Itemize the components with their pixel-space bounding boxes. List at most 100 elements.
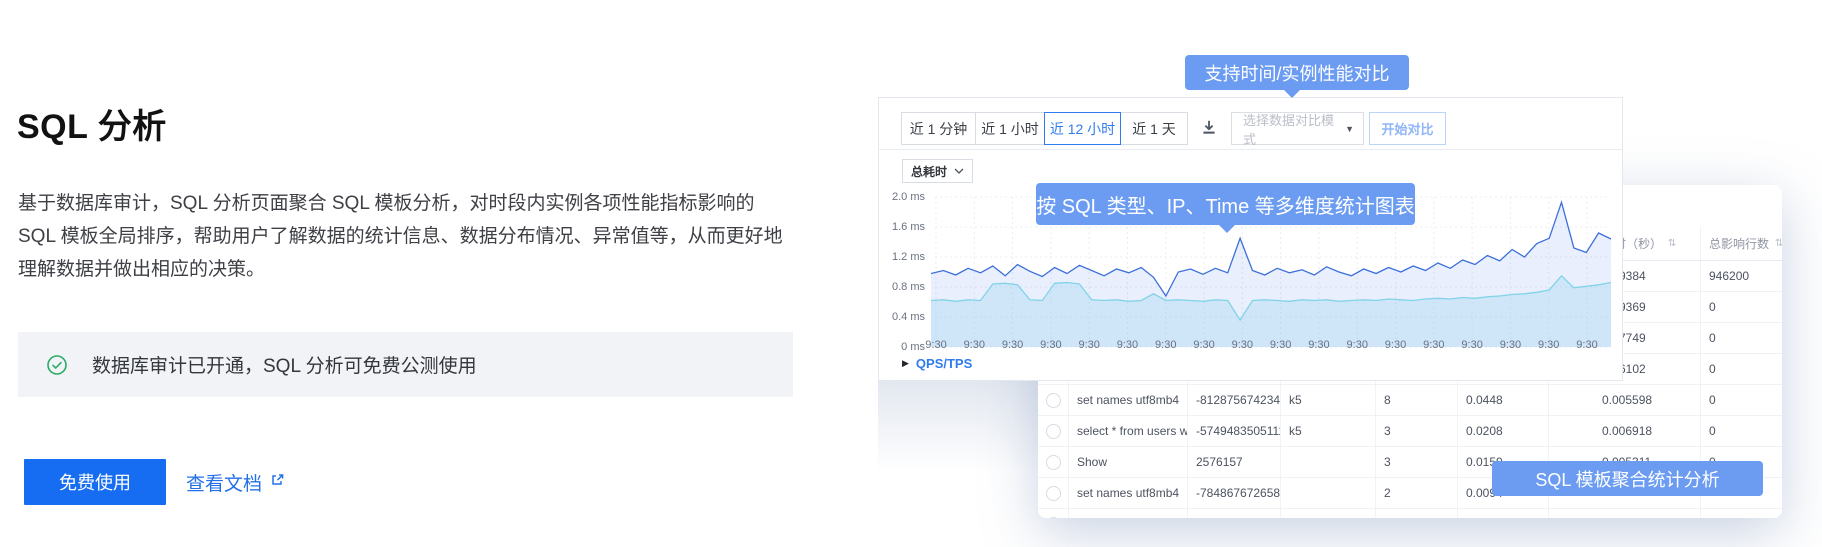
table-cell [1280, 447, 1375, 477]
table-cell: 3 [1375, 416, 1457, 446]
x-tick-label: 9:30 [1116, 339, 1139, 351]
x-tick-label: 9:30 [1461, 339, 1483, 351]
tab-last-1-minute[interactable]: 近 1 分钟 [901, 112, 976, 145]
table-cell: k5 [1280, 416, 1375, 446]
table-row[interactable]: set names utf8mb4-81287567423417...k580.… [1038, 385, 1782, 416]
page-description: 基于数据库审计，SQL 分析页面聚合 SQL 模板分析，对时段内实例各项性能指标… [18, 193, 783, 280]
table-cell: 2 [1375, 478, 1457, 508]
row-radio[interactable] [1045, 516, 1061, 518]
external-link-icon [269, 472, 285, 494]
tab-last-12-hours[interactable]: 近 12 小时 [1044, 112, 1121, 145]
tooltip-arrow [1218, 224, 1236, 233]
x-tick-label: 9:30 [1576, 339, 1598, 351]
time-range-tabs: 近 1 分钟 近 1 小时 近 12 小时 近 1 天 [901, 112, 1188, 145]
x-tick-label: 9:30 [1423, 339, 1445, 351]
table-cell: set names utf8mb4 [1068, 478, 1187, 508]
table-cell: 0 [1700, 292, 1782, 322]
sql-analysis-chart-card: 近 1 分钟 近 1 小时 近 12 小时 近 1 天 选择数据对比模式 ▼ 开… [878, 97, 1623, 381]
table-cell: select * from users where ... [1068, 416, 1187, 446]
sql-analysis-page: SQL 分析 基于数据库审计，SQL 分析页面聚合 SQL 模板分析，对时段内实… [0, 0, 1822, 547]
row-select-cell [1038, 478, 1068, 508]
table-cell: 287749057305648... [1187, 509, 1280, 518]
x-tick-label: 9:30 [1155, 339, 1177, 351]
metric-select[interactable]: 总耗时 [902, 159, 974, 183]
qps-tps-expander[interactable]: ▶ QPS/TPS [902, 356, 972, 371]
view-docs-link[interactable]: 查看文档 [186, 469, 285, 496]
x-tick-label: 9:30 [1001, 339, 1024, 351]
table-cell: set names utf8mb4 [1068, 385, 1187, 415]
table-cell: 0.00476 [1457, 509, 1548, 518]
tab-last-1-hour[interactable]: 近 1 小时 [975, 112, 1045, 145]
x-tick-label: 9:30 [1384, 339, 1407, 351]
sort-icon[interactable]: ⇅ [1775, 238, 1782, 249]
table-cell: 0.006918 [1548, 416, 1700, 446]
free-use-button[interactable]: 免费使用 [24, 459, 166, 505]
metric-select-value: 总耗时 [911, 164, 948, 179]
tooltip-arrow [1283, 89, 1301, 98]
row-select-cell [1038, 385, 1068, 415]
y-tick-label: 0.8 ms [891, 281, 925, 293]
x-tick-label: 9:30 [1537, 339, 1560, 351]
qps-tps-label: QPS/TPS [915, 356, 973, 371]
check-circle-icon [46, 354, 68, 376]
start-compare-button[interactable]: 开始对比 [1369, 112, 1446, 145]
table-cell: -78486767265897... [1187, 478, 1280, 508]
row-select-cell [1038, 509, 1068, 518]
compare-mode-select[interactable]: 选择数据对比模式 ▼ [1231, 112, 1364, 147]
compare-mode-placeholder: 选择数据对比模式 [1243, 112, 1335, 147]
sort-icon[interactable]: ⇅ [1668, 238, 1676, 249]
x-tick-label: 9:30 [1269, 339, 1292, 351]
table-cell [1280, 478, 1375, 508]
toolbar-divider [879, 149, 1622, 150]
y-tick-label: 2.0 ms [891, 191, 925, 203]
x-tick-label: 9:30 [1231, 339, 1254, 351]
notice-text: 数据库审计已开通，SQL 分析可免费公测使用 [92, 356, 477, 377]
row-select-cell [1038, 416, 1068, 446]
column-header[interactable]: 总影响行数 ⇅ [1700, 226, 1782, 260]
chevron-down-icon [954, 168, 964, 174]
table-cell: 0 [1700, 354, 1782, 384]
table-cell: select 2 [1068, 509, 1187, 518]
table-row[interactable]: select 2287749057305648...k510.004760.00… [1038, 509, 1782, 518]
tab-last-1-day[interactable]: 近 1 天 [1120, 112, 1188, 145]
table-cell: 0.00476 [1548, 509, 1700, 518]
x-axis-labels: 9:30 9:30 9:30 9:30 9:30 9:30 9:30 9:30 9:30 9:30… [925, 339, 1611, 353]
table-cell: -57494835051118... [1187, 416, 1280, 446]
y-tick-label: 1.6 ms [891, 221, 925, 233]
x-tick-label: 9:30 [1040, 339, 1062, 351]
view-docs-label: 查看文档 [186, 474, 263, 495]
table-cell: 946200 [1700, 261, 1782, 291]
table-cell: Show [1068, 447, 1187, 477]
x-tick-label: 9:30 [925, 339, 947, 351]
row-radio[interactable] [1045, 454, 1061, 470]
table-cell: k5 [1280, 385, 1375, 415]
row-select-cell [1038, 447, 1068, 477]
table-cell: 0 [1700, 323, 1782, 353]
caret-down-icon: ▼ [1345, 123, 1354, 134]
y-tick-label: 0 ms [901, 341, 925, 353]
x-tick-label: 9:30 [1346, 339, 1368, 351]
x-tick-label: 9:30 [1078, 339, 1100, 351]
download-icon[interactable] [1200, 118, 1220, 138]
table-cell: 1 [1375, 509, 1457, 518]
table-cell: -81287567423417... [1187, 385, 1280, 415]
page-title: SQL 分析 [17, 107, 167, 146]
tooltip-multi-dimension: 按 SQL 类型、IP、Time 等多维度统计图表 [1036, 183, 1415, 225]
table-cell: 0.0208 [1457, 416, 1548, 446]
y-tick-label: 0.4 ms [891, 311, 925, 323]
triangle-right-icon: ▶ [902, 358, 909, 368]
row-radio[interactable] [1045, 423, 1061, 439]
row-radio[interactable] [1045, 392, 1061, 408]
x-tick-label: 9:30 [963, 339, 985, 351]
x-tick-label: 9:30 [1499, 339, 1522, 351]
table-cell: k5 [1280, 509, 1375, 518]
card-drop-shadow [878, 381, 1039, 473]
tooltip-time-compare: 支持时间/实例性能对比 [1185, 55, 1409, 90]
table-cell: 2576157 [1187, 447, 1280, 477]
notice-banner: 数据库审计已开通，SQL 分析可免费公测使用 [18, 332, 793, 397]
table-row[interactable]: select * from users where ...-5749483505… [1038, 416, 1782, 447]
y-tick-label: 1.2 ms [891, 251, 925, 263]
row-radio[interactable] [1045, 485, 1061, 501]
x-tick-label: 9:30 [1308, 339, 1330, 351]
table-cell: 3 [1375, 447, 1457, 477]
